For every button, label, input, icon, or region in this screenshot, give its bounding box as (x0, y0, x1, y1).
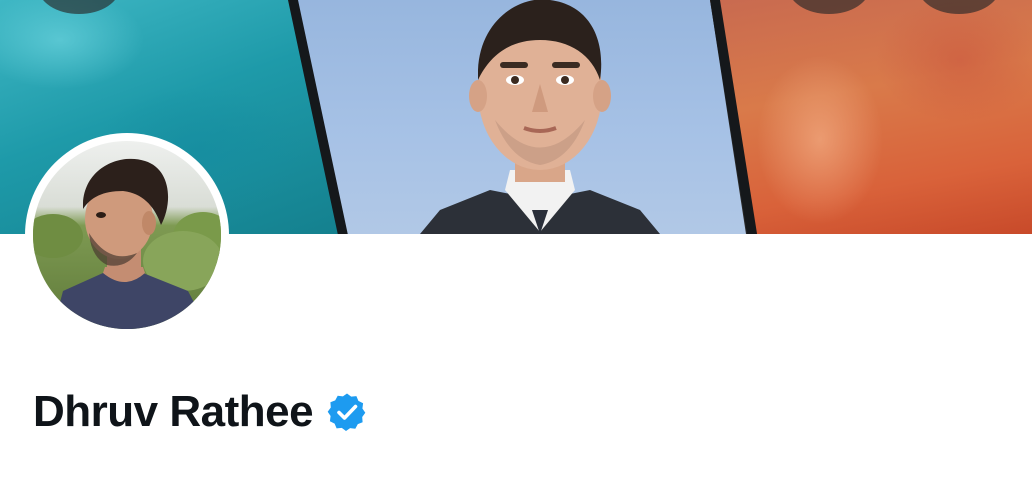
avatar-border (25, 133, 229, 337)
verified-badge-icon[interactable] (327, 392, 367, 432)
profile-name-row: Dhruv Rathee (33, 386, 367, 438)
avatar[interactable] (33, 141, 221, 329)
display-name: Dhruv Rathee (33, 387, 314, 436)
profile-screen: Dhruv Rathee (0, 0, 1032, 483)
banner-portrait (420, 0, 660, 234)
